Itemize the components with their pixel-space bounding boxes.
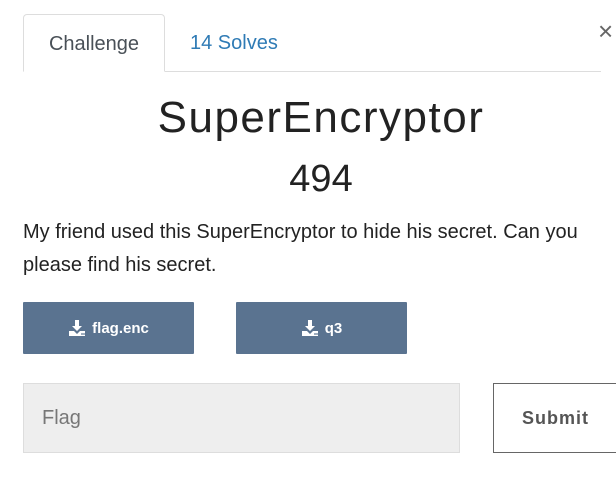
download-icon <box>69 320 86 336</box>
tab-challenge[interactable]: Challenge <box>23 14 165 72</box>
download-q3-button[interactable]: q3 <box>236 302 407 354</box>
file-label: q3 <box>324 319 343 337</box>
flag-input[interactable] <box>23 383 460 453</box>
download-flag-enc-button[interactable]: flag.enc <box>23 302 194 354</box>
tab-solves[interactable]: 14 Solves <box>190 14 278 71</box>
tab-bar: Challenge 14 Solves <box>23 14 601 72</box>
challenge-modal: Challenge 14 Solves × SuperEncryptor 494… <box>0 0 616 487</box>
close-icon[interactable]: × <box>598 16 613 46</box>
download-icon <box>301 320 318 336</box>
description-line-1: My friend used this SuperEncryptor to hi… <box>23 221 578 243</box>
challenge-description: My friend used this SuperEncryptor to hi… <box>23 216 616 282</box>
challenge-points: 494 <box>289 158 353 200</box>
description-line-2: please find his secret. <box>23 254 217 276</box>
submit-button[interactable]: Submit <box>493 383 616 453</box>
file-label: flag.enc <box>92 319 149 337</box>
challenge-title: SuperEncryptor <box>157 93 485 142</box>
